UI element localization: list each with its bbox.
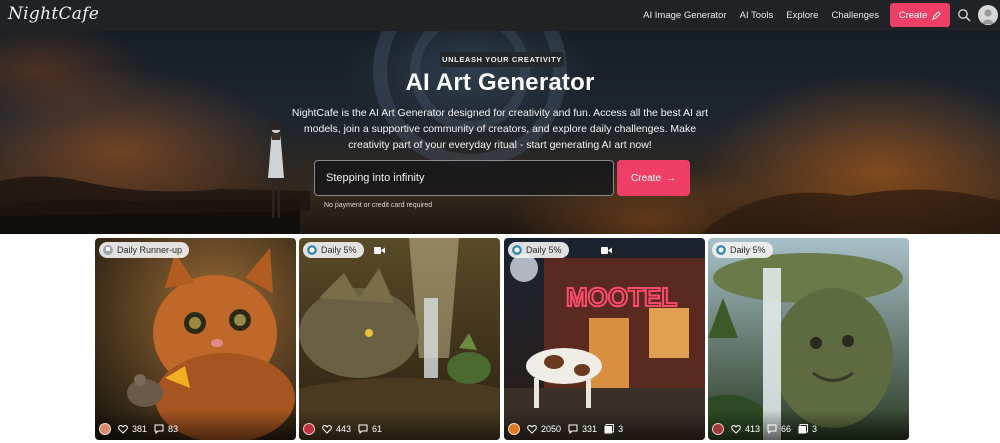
daily-badge: Daily 5% bbox=[303, 242, 364, 258]
creator-avatar[interactable] bbox=[303, 423, 315, 435]
heart-icon[interactable] bbox=[527, 424, 537, 434]
nav-links: AI Image Generator AI Tools Explore Chal… bbox=[643, 0, 879, 31]
hero-title: AI Art Generator bbox=[405, 69, 595, 96]
girl-silhouette-figure bbox=[268, 121, 284, 218]
medal-icon bbox=[307, 245, 317, 255]
featured-creations-grid: Daily Runner-up 381 83 Daily 5% 443 61 M… bbox=[95, 238, 910, 440]
comments-count: 83 bbox=[168, 424, 179, 434]
badge-label: Daily 5% bbox=[321, 245, 357, 255]
comments-count: 331 bbox=[582, 424, 598, 434]
likes-count: 413 bbox=[745, 424, 761, 434]
prompt-input[interactable] bbox=[314, 160, 614, 196]
comment-icon[interactable] bbox=[767, 424, 777, 434]
comments-count: 66 bbox=[781, 424, 792, 434]
badge-label: Daily 5% bbox=[730, 245, 766, 255]
badge-label: Daily 5% bbox=[526, 245, 562, 255]
creation-card[interactable]: MOOTEL Daily 5% 2050 331 3 bbox=[504, 238, 705, 440]
hero-description: NightCafe is the AI Art Generator design… bbox=[291, 107, 709, 151]
heart-icon[interactable] bbox=[731, 424, 741, 434]
creation-card[interactable]: Daily 5% 443 61 bbox=[299, 238, 500, 440]
hero-eyebrow-badge: UNLEASH YOUR CREATIVITY bbox=[440, 52, 564, 67]
hero-create-label: Create bbox=[630, 172, 661, 184]
heart-icon[interactable] bbox=[322, 424, 332, 434]
images-count: 3 bbox=[812, 424, 818, 434]
comment-icon[interactable] bbox=[568, 424, 578, 434]
daily-badge: Daily Runner-up bbox=[99, 242, 190, 258]
daily-badge: Daily 5% bbox=[508, 242, 569, 258]
nav-link-explore[interactable]: Explore bbox=[786, 10, 818, 21]
pencil-icon bbox=[932, 10, 942, 20]
trophy-icon bbox=[103, 245, 113, 255]
svg-text:MOOTEL: MOOTEL bbox=[566, 282, 677, 312]
comment-icon[interactable] bbox=[154, 424, 164, 434]
video-icon bbox=[601, 247, 612, 254]
likes-count: 2050 bbox=[541, 424, 562, 434]
nav-link-ai-tools[interactable]: AI Tools bbox=[740, 10, 774, 21]
hero-create-button[interactable]: Create → bbox=[617, 160, 690, 196]
daily-badge: Daily 5% bbox=[712, 242, 773, 258]
creation-card[interactable]: Daily 5% 413 66 3 bbox=[708, 238, 909, 440]
user-avatar[interactable] bbox=[978, 5, 998, 25]
search-icon[interactable] bbox=[957, 8, 971, 22]
comment-icon[interactable] bbox=[358, 424, 368, 434]
card-stats: 443 61 bbox=[303, 423, 385, 435]
comments-count: 61 bbox=[372, 424, 383, 434]
video-icon bbox=[374, 247, 385, 254]
nav-create-label: Create bbox=[898, 9, 928, 21]
medal-icon bbox=[716, 245, 726, 255]
top-navbar: NightCafe AI Image Generator AI Tools Ex… bbox=[0, 0, 1000, 31]
medal-icon bbox=[512, 245, 522, 255]
card-stats: 413 66 3 bbox=[712, 423, 820, 435]
likes-count: 443 bbox=[336, 424, 352, 434]
card-stats: 2050 331 3 bbox=[508, 423, 626, 435]
images-icon[interactable] bbox=[604, 424, 615, 434]
no-payment-note: No payment or credit card required bbox=[324, 202, 433, 209]
heart-icon[interactable] bbox=[118, 424, 128, 434]
images-icon[interactable] bbox=[798, 424, 808, 434]
nav-create-button[interactable]: Create bbox=[890, 3, 950, 27]
badge-label: Daily Runner-up bbox=[117, 245, 183, 255]
avatar-silhouette-icon bbox=[981, 9, 995, 24]
arrow-right-icon: → bbox=[666, 172, 676, 184]
likes-count: 381 bbox=[132, 424, 148, 434]
card-stats: 381 83 bbox=[99, 423, 181, 435]
creator-avatar[interactable] bbox=[712, 423, 724, 435]
nightcafe-logo[interactable]: NightCafe bbox=[8, 4, 99, 24]
images-count: 3 bbox=[618, 424, 624, 434]
hero-section: UNLEASH YOUR CREATIVITY AI Art Generator… bbox=[0, 31, 1000, 234]
nav-link-challenges[interactable]: Challenges bbox=[831, 10, 879, 21]
creator-avatar[interactable] bbox=[99, 423, 111, 435]
creator-avatar[interactable] bbox=[508, 423, 520, 435]
nav-link-ai-image-generator[interactable]: AI Image Generator bbox=[643, 10, 726, 21]
creation-card[interactable]: Daily Runner-up 381 83 bbox=[95, 238, 296, 440]
